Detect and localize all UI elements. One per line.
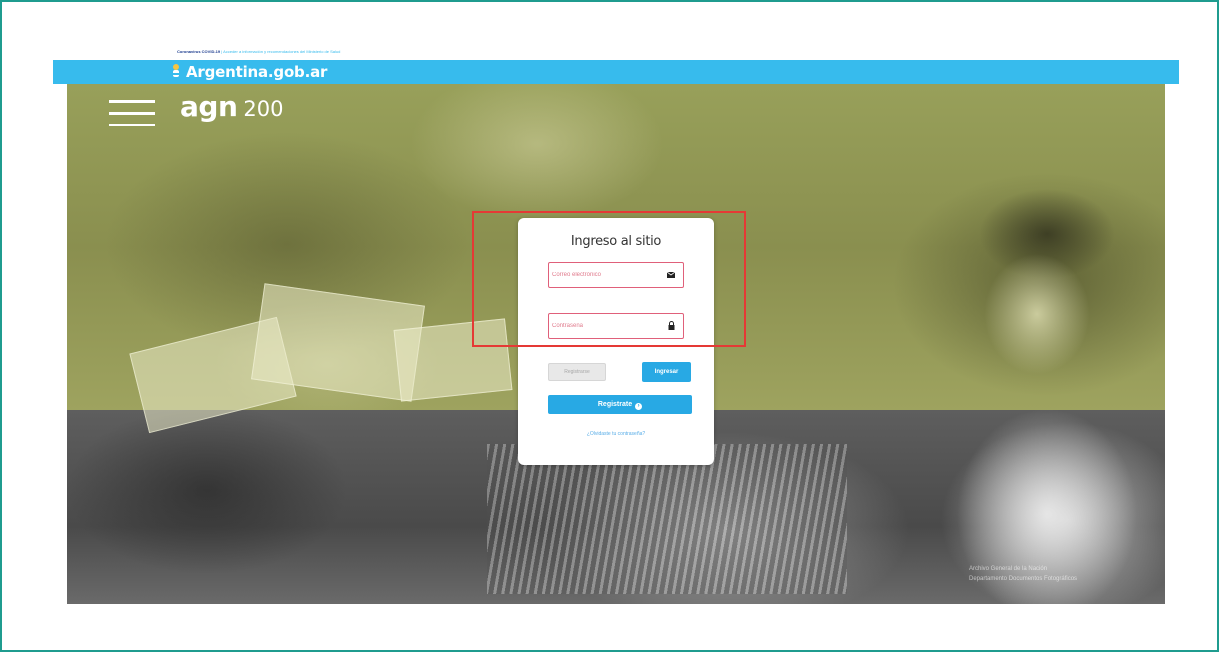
photo-credit-line-2: Departamento Documentos Fotográficos xyxy=(969,576,1078,582)
agn-logo[interactable]: agn 200 xyxy=(180,90,283,123)
hero-man-figure xyxy=(927,174,1147,604)
logo-200-text: 200 xyxy=(243,97,284,121)
password-input[interactable] xyxy=(552,317,660,335)
signup-button[interactable]: Registrate › xyxy=(548,395,692,414)
gov-brand-link[interactable]: Argentina.gob.ar xyxy=(186,63,327,81)
login-button[interactable]: Ingresar xyxy=(642,362,691,382)
arrow-right-circle-icon: › xyxy=(635,403,643,410)
register-button[interactable]: Registrarse xyxy=(548,363,606,381)
web-page: Coronavirus COVID-19 | Acceder a informa… xyxy=(53,44,1179,604)
login-card: Ingreso al sitio Registrarse Ingresar xyxy=(518,218,714,465)
gov-header-bar: Argentina.gob.ar xyxy=(53,60,1179,84)
signup-label: Registrate xyxy=(597,401,633,408)
photo-credit-line-1: Archivo General de la Nación xyxy=(969,566,1048,572)
login-title: Ingreso al sitio xyxy=(570,234,662,249)
hero-photo-print xyxy=(393,318,513,402)
email-field[interactable] xyxy=(548,262,684,288)
email-input[interactable] xyxy=(552,266,660,284)
hero-file-drawer xyxy=(487,444,847,594)
covid-info-bar[interactable]: Coronavirus COVID-19 | Acceder a informa… xyxy=(53,44,1179,60)
envelope-icon xyxy=(667,272,675,278)
covid-bar-strong[interactable]: Coronavirus COVID-19 xyxy=(177,49,220,54)
forgot-password-link[interactable]: ¿Olvidaste tu contraseña? xyxy=(518,431,714,437)
lock-icon xyxy=(668,321,675,330)
logo-agn-text: agn xyxy=(180,90,238,123)
photo-credit: Archivo General de la Nación Departament… xyxy=(969,564,1077,584)
hamburger-menu-icon[interactable] xyxy=(109,96,155,132)
password-field[interactable] xyxy=(548,313,684,339)
argentina-shield-icon xyxy=(173,64,179,77)
covid-bar-text[interactable]: | Acceder a información y recomendacione… xyxy=(221,49,340,54)
